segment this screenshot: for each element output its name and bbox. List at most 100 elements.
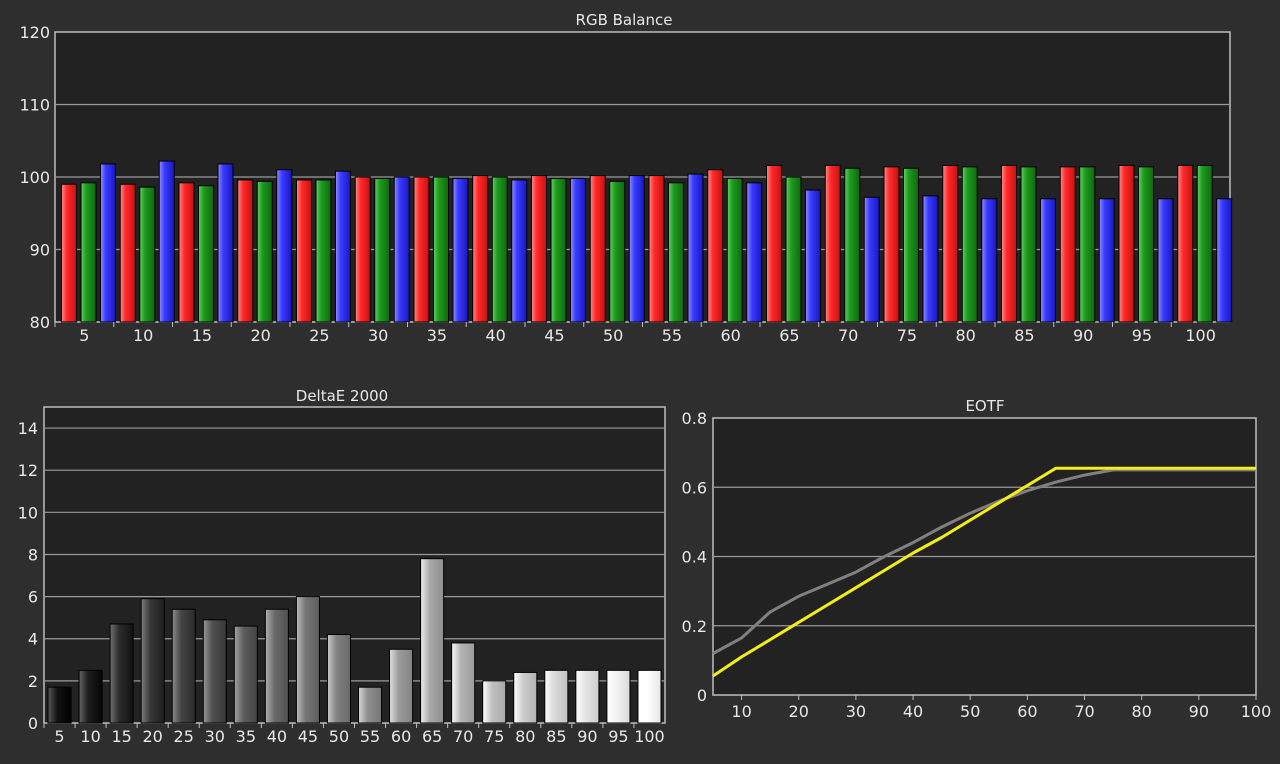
rgb-bar-blue <box>863 196 880 323</box>
rgb-bar-green <box>433 176 449 323</box>
rgb-bar-blue <box>511 179 528 323</box>
deltae-y-tick-label: 14 <box>18 419 38 438</box>
rgb-x-tick-label: 40 <box>485 326 505 345</box>
deltae-y-tick-label: 4 <box>28 630 38 649</box>
deltae-x-axis-labels: 5 10 15 20 25 30 35 40 45 50 55 60 65 70 75 80 85 90 95 100 <box>43 723 665 746</box>
rgb-bar-blue <box>687 173 704 323</box>
eotf-chart: EOTF 0 0.2 0.4 0.6 0.8 10 20 30 40 50 60 70 80 90 100 <box>682 397 1272 721</box>
rgb-bar-red <box>354 176 371 323</box>
deltae-x-tick-label: 40 <box>267 727 287 746</box>
rgb-bar-blue <box>981 198 998 323</box>
chart-canvas: RGB Balance 8090100110120 5 10 15 20 25 30 35 4… <box>18 11 1272 746</box>
deltae-bar <box>295 596 320 724</box>
rgb-bar-green <box>1196 164 1213 323</box>
eotf-x-tick-label: 10 <box>731 702 751 721</box>
rgb-bar-red <box>472 175 489 323</box>
rgb-bar-green <box>198 185 214 323</box>
rgb-x-tick-label: 85 <box>1014 326 1034 345</box>
deltae-bar <box>606 669 631 724</box>
rgb-bar-blue <box>393 176 410 323</box>
rgb-x-tick-label: 65 <box>779 326 799 345</box>
rgb-y-axis-labels: 80 90 100 110 120 <box>19 23 50 332</box>
rgb-bar-red <box>1059 166 1076 323</box>
rgb-balance-chart: RGB Balance 80 90 100 110 120 5 10 15 20 25 30 35 4… <box>19 11 1233 345</box>
rgb-y-tick-label: 110 <box>19 96 50 115</box>
eotf-y-tick-label: 0.2 <box>682 617 707 636</box>
deltae-bar <box>109 623 134 724</box>
eotf-x-tick-label: 100 <box>1241 702 1272 721</box>
rgb-x-tick-label: 25 <box>309 326 329 345</box>
rgb-bar-green <box>1079 166 1096 323</box>
eotf-x-tick-label: 70 <box>1074 702 1094 721</box>
rgb-bar-blue <box>805 189 821 323</box>
rgb-bar-green <box>139 186 156 323</box>
eotf-x-axis-labels: 10 20 30 40 50 60 70 80 90 100 <box>731 695 1271 721</box>
rgb-bar-red <box>61 183 77 323</box>
deltae-y-tick-label: 12 <box>18 461 38 480</box>
rgb-bar-blue <box>1157 198 1174 323</box>
deltae-y-tick-label: 6 <box>28 588 38 607</box>
rgb-x-tick-label: 80 <box>955 326 975 345</box>
rgb-bar-green <box>550 177 567 323</box>
rgb-x-tick-label: 55 <box>662 326 682 345</box>
eotf-x-tick-label: 20 <box>789 702 809 721</box>
rgb-bar-green <box>256 180 273 323</box>
deltae-x-tick-label: 25 <box>174 727 194 746</box>
deltae-bar <box>171 608 196 724</box>
deltae-x-tick-label: 85 <box>546 727 566 746</box>
deltae-x-tick-label: 65 <box>422 727 442 746</box>
deltae-x-tick-label: 100 <box>634 727 665 746</box>
rgb-balance-title: RGB Balance <box>576 11 673 29</box>
rgb-x-tick-label: 95 <box>1132 326 1152 345</box>
eotf-x-tick-label: 60 <box>1017 702 1037 721</box>
rgb-y-tick-label: 100 <box>19 168 50 187</box>
rgb-bar-blue <box>570 177 586 323</box>
deltae-x-tick-label: 35 <box>236 727 256 746</box>
deltae-x-tick-label: 50 <box>329 727 349 746</box>
deltae-bar <box>575 669 600 724</box>
deltae-bar <box>482 680 507 724</box>
eotf-x-tick-label: 80 <box>1132 702 1152 721</box>
rgb-x-tick-label: 60 <box>720 326 740 345</box>
rgb-x-tick-label: 10 <box>133 326 153 345</box>
rgb-bar-green <box>785 176 802 323</box>
rgb-x-tick-label: 75 <box>897 326 917 345</box>
rgb-bar-blue <box>100 163 116 323</box>
deltae-x-tick-label: 15 <box>111 727 131 746</box>
deltae-plot-area <box>43 406 666 724</box>
rgb-bar-red <box>942 164 959 323</box>
rgb-x-tick-label: 35 <box>427 326 447 345</box>
deltae-x-tick-label: 30 <box>205 727 225 746</box>
rgb-bar-red <box>883 166 900 323</box>
rgb-bar-red <box>1177 164 1194 323</box>
rgb-bar-blue <box>1216 198 1233 323</box>
eotf-y-tick-label: 0 <box>697 686 707 705</box>
rgb-bar-blue <box>746 182 763 323</box>
rgb-bar-green <box>903 167 919 323</box>
deltae-x-tick-label: 55 <box>360 727 380 746</box>
deltae-y-tick-label: 10 <box>18 503 38 522</box>
rgb-bar-green <box>1020 166 1037 323</box>
eotf-x-tick-label: 90 <box>1189 702 1209 721</box>
rgb-bar-blue <box>1040 198 1056 323</box>
deltae-x-tick-label: 95 <box>608 727 628 746</box>
rgb-bar-red <box>648 175 665 323</box>
deltae-y-tick-label: 8 <box>28 545 38 564</box>
deltae-x-tick-label: 45 <box>298 727 318 746</box>
deltae-y-tick-label: 0 <box>28 714 38 733</box>
deltae-x-tick-label: 75 <box>484 727 504 746</box>
deltae-bar <box>140 598 165 724</box>
rgb-bar-green <box>844 167 861 323</box>
deltae-x-tick-label: 10 <box>80 727 100 746</box>
rgb-y-tick-label: 120 <box>19 23 50 42</box>
rgb-bar-green <box>491 176 508 323</box>
rgb-bar-red <box>413 176 430 323</box>
rgb-bar-blue <box>1098 198 1115 323</box>
rgb-x-tick-label: 70 <box>838 326 858 345</box>
rgb-bar-blue <box>452 177 469 323</box>
rgb-x-axis-labels: 5 10 15 20 25 30 35 40 45 50 55 60 65 70 75 80 85 90 95 100 <box>54 322 1216 345</box>
rgb-x-tick-label: 100 <box>1185 326 1216 345</box>
rgb-bar-red <box>296 179 312 323</box>
deltae-x-tick-label: 80 <box>515 727 535 746</box>
deltae-x-tick-label: 90 <box>577 727 597 746</box>
